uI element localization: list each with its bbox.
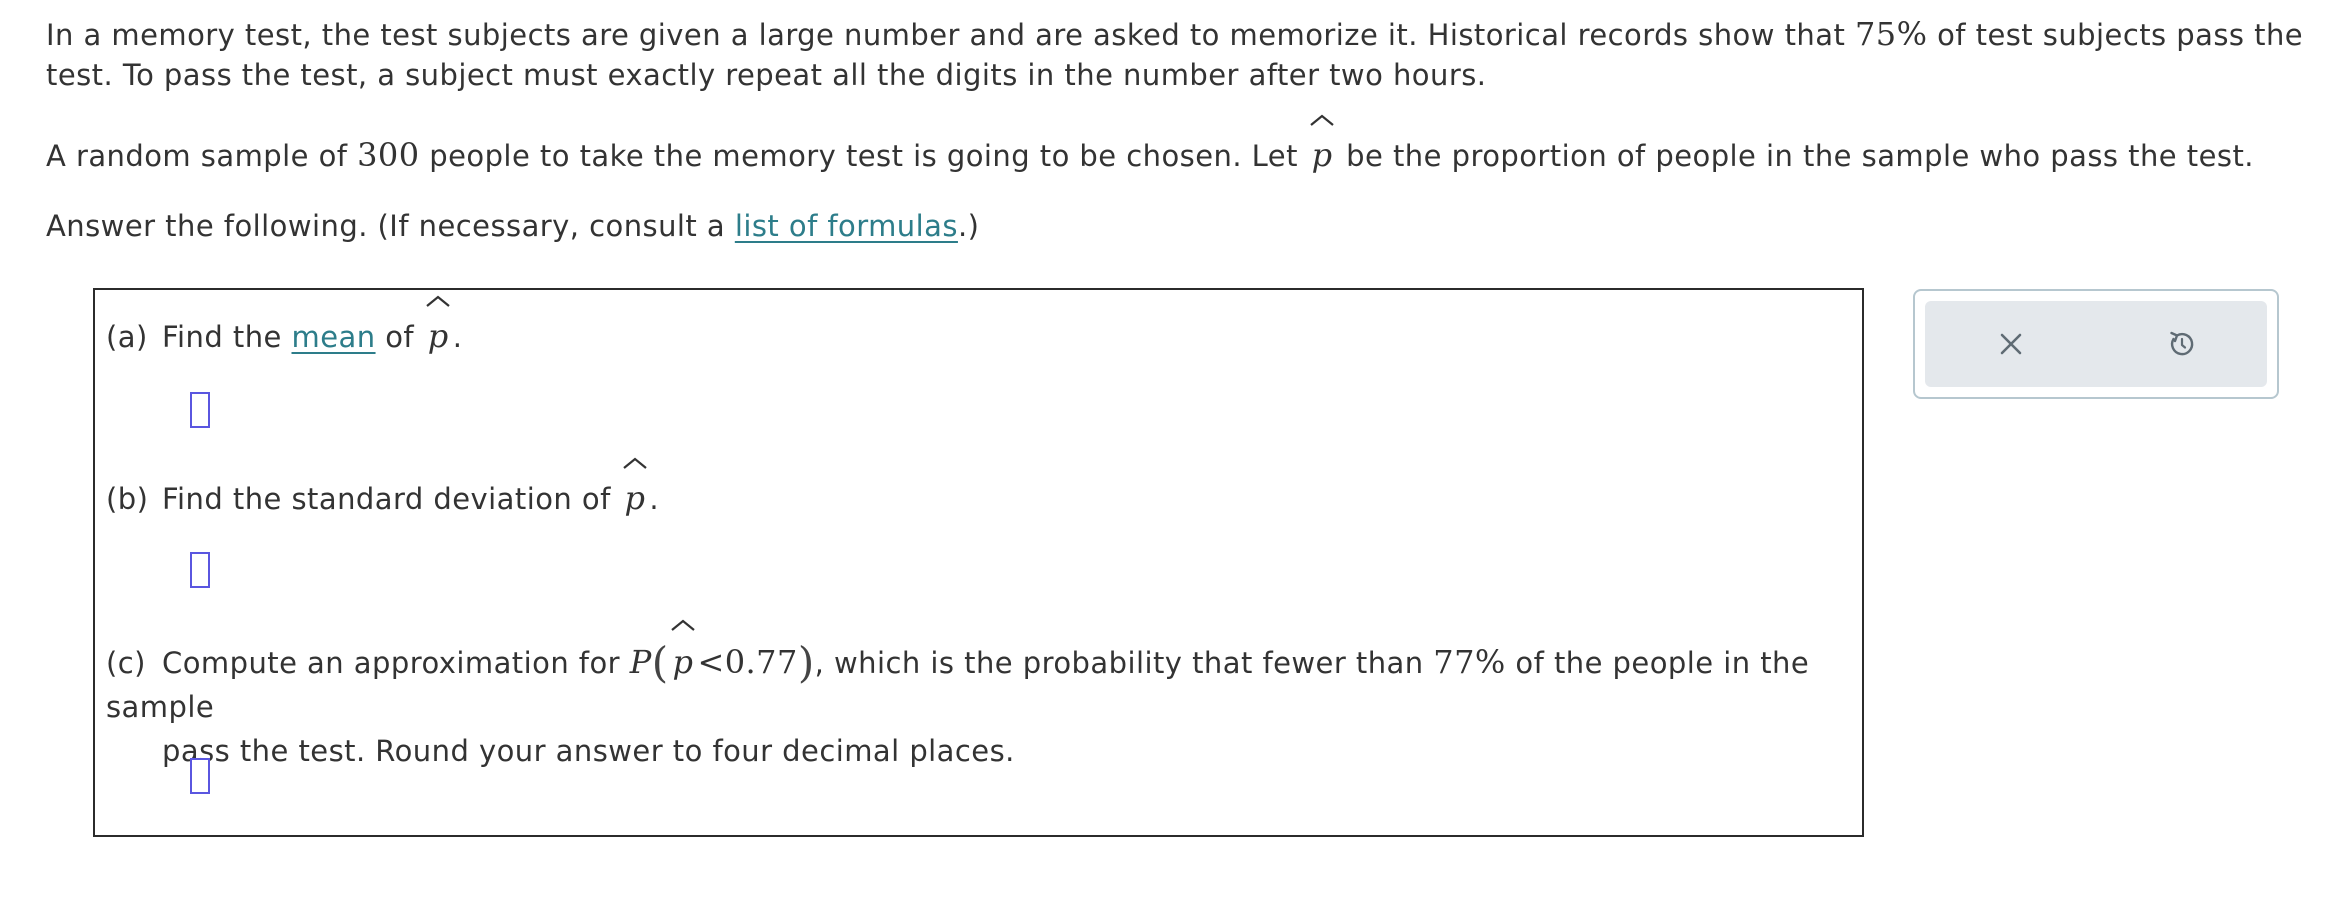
clear-button[interactable] (1925, 301, 2096, 387)
answer-input-c[interactable] (190, 758, 210, 794)
p-hat-symbol: p (669, 619, 698, 684)
question-text: . (649, 482, 660, 516)
p-hat-symbol: p (620, 457, 649, 518)
question-b: (b) Find the standard deviation of p. (106, 457, 660, 519)
p-hat-symbol: p (1308, 114, 1337, 175)
p-variable: p (1311, 136, 1333, 174)
answer-input-b[interactable] (190, 552, 210, 588)
percent-value: 77% (1433, 643, 1506, 681)
hat-accent-icon (426, 295, 450, 307)
question-c-label: (c) (106, 646, 146, 680)
p-variable: p (427, 317, 449, 355)
intro-text: people to take the memory test is going … (419, 139, 1308, 173)
question-c: (c) Compute an approximation for P(p <0.77… (106, 619, 1846, 773)
answer-tools-panel (1913, 289, 2279, 399)
close-x-icon (2000, 333, 2021, 355)
question-box: (a) Find the mean of p. (b) Find the stand… (93, 288, 1864, 837)
intro-paragraph-1: In a memory test, the test subjects are … (46, 14, 2316, 95)
hat-accent-icon (671, 619, 695, 631)
question-b-label: (b) (106, 482, 149, 516)
answer-input-a[interactable] (190, 392, 210, 428)
intro-paragraph-2: A random sample of 300 people to take th… (46, 114, 2316, 176)
question-text: of (375, 320, 424, 354)
question-a: (a) Find the mean of p. (106, 295, 463, 357)
pass-rate-value: 75% (1854, 15, 1928, 53)
intro-paragraph-3: Answer the following. (If necessary, con… (46, 206, 2316, 246)
question-text: Compute an approximation for (162, 646, 630, 680)
intro-text: A random sample of (46, 139, 358, 173)
list-of-formulas-link[interactable]: list of formulas (735, 209, 958, 243)
mean-link[interactable]: mean (292, 320, 376, 354)
question-a-label: (a) (106, 320, 148, 354)
reset-button[interactable] (2096, 301, 2267, 387)
threshold-value: 0.77 (724, 643, 798, 681)
probability-P: P (629, 643, 652, 681)
less-than-sign: < (697, 643, 725, 681)
answer-tools-bar (1925, 301, 2267, 387)
intro-text: In a memory test, the test subjects are … (46, 18, 1855, 52)
hat-accent-icon (623, 457, 647, 469)
undo-reset-icon (2169, 331, 2193, 356)
p-hat-symbol: p (424, 295, 453, 356)
intro-text: be the proportion of people in the sampl… (1336, 139, 2254, 173)
question-text-line-2: pass the test. Round your answer to four… (162, 734, 1015, 768)
problem-statement: In a memory test, the test subjects are … (46, 14, 2316, 246)
right-paren: ) (797, 638, 815, 687)
intro-text: .) (957, 209, 980, 243)
intro-text: Answer the following. (If necessary, con… (46, 209, 735, 243)
question-text: . (452, 320, 463, 354)
left-paren: ( (651, 638, 669, 687)
p-variable: p (672, 643, 694, 681)
question-text: Find the (162, 320, 292, 354)
hat-accent-icon (1310, 114, 1334, 126)
question-text: Find the standard deviation of (162, 482, 621, 516)
question-text: , which is the probability that fewer th… (814, 646, 1434, 680)
sample-size-value: 300 (357, 136, 420, 174)
p-variable: p (624, 479, 646, 517)
